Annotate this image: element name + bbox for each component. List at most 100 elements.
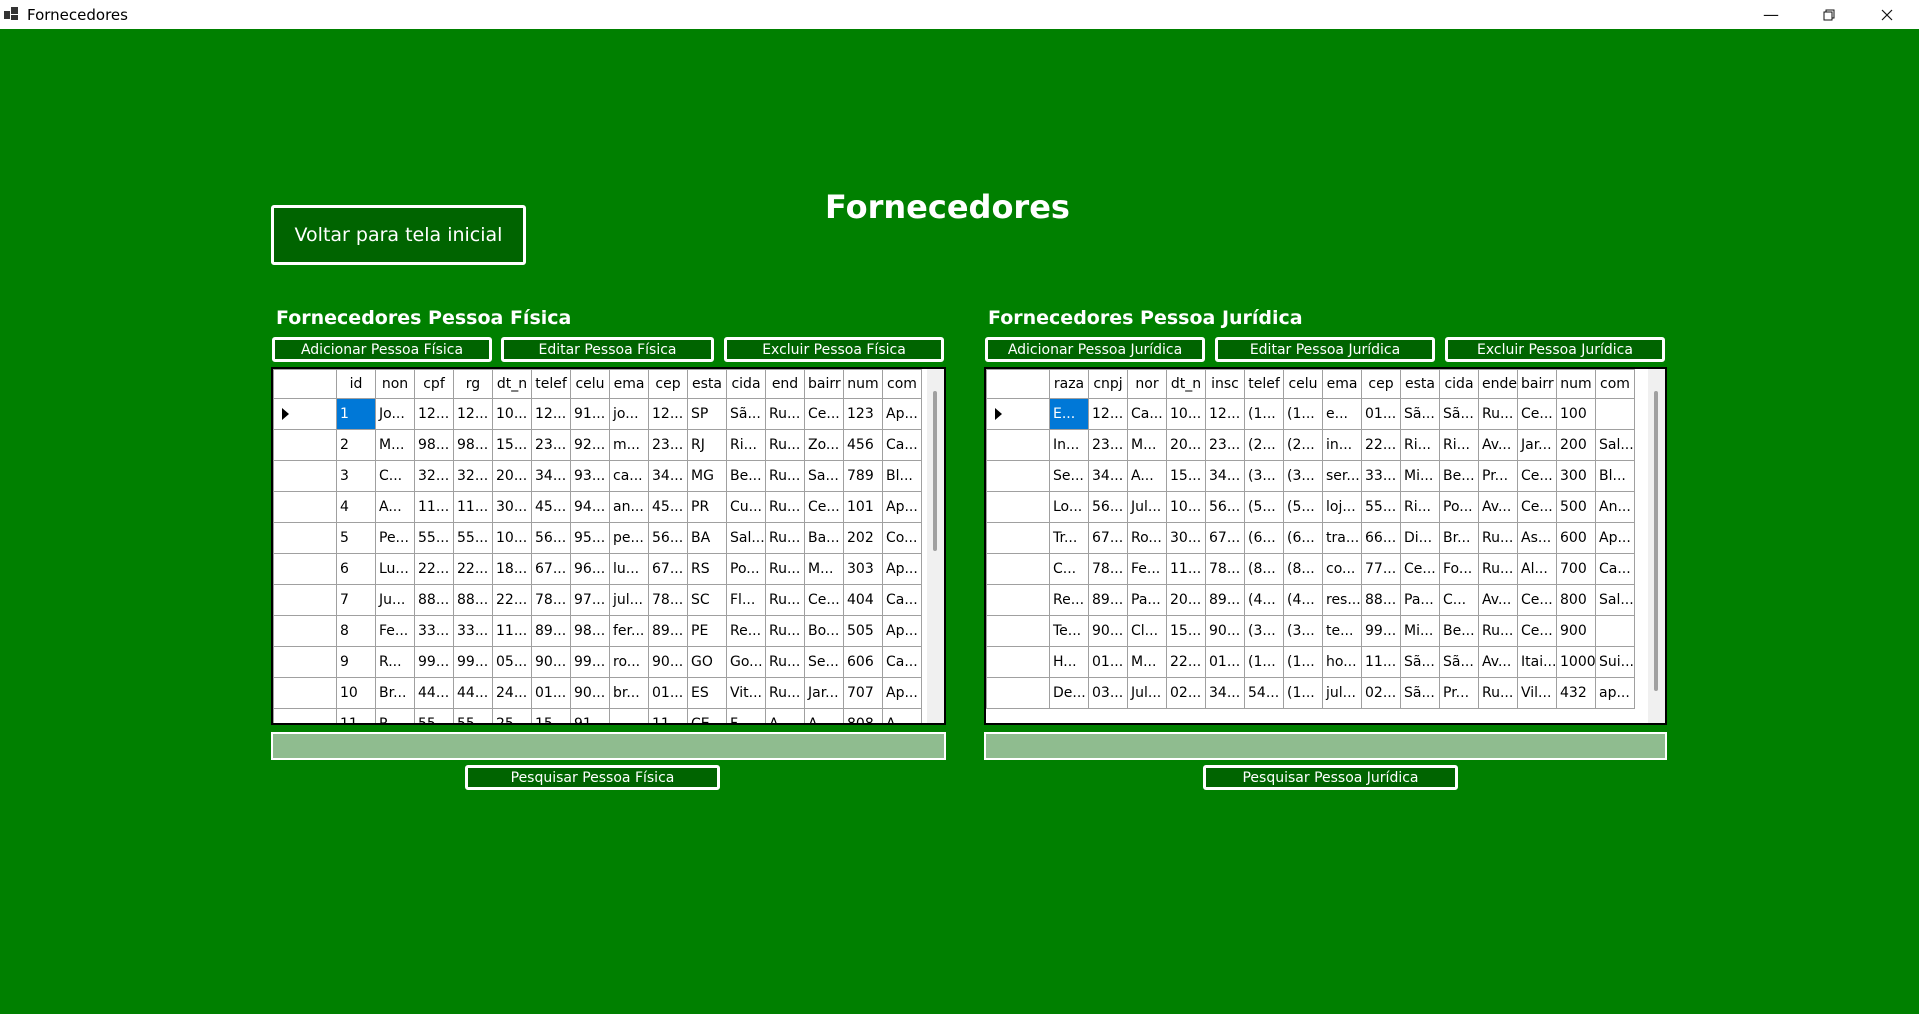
row-header[interactable] bbox=[273, 460, 337, 492]
column-header[interactable]: ema bbox=[1322, 369, 1362, 399]
table-cell[interactable]: Ru... bbox=[1478, 677, 1518, 709]
table-cell[interactable]: (2... bbox=[1283, 429, 1323, 461]
table-cell[interactable]: 55... bbox=[1361, 491, 1401, 523]
table-cell[interactable]: Sã... bbox=[1439, 398, 1479, 430]
table-cell[interactable]: 700 bbox=[1556, 553, 1596, 585]
edit-pj-button[interactable]: Editar Pessoa Jurídica bbox=[1215, 337, 1435, 362]
row-header[interactable] bbox=[273, 429, 337, 461]
table-cell[interactable]: 91... bbox=[570, 708, 610, 723]
back-to-home-button[interactable]: Voltar para tela inicial bbox=[271, 205, 526, 265]
column-header[interactable]: cpf bbox=[414, 369, 454, 399]
table-cell[interactable]: Po... bbox=[726, 553, 766, 585]
table-cell[interactable]: Sal... bbox=[1595, 584, 1635, 616]
table-cell[interactable]: 24... bbox=[492, 677, 532, 709]
column-header[interactable]: ende bbox=[1478, 369, 1518, 399]
table-cell[interactable]: C... bbox=[375, 460, 415, 492]
column-header[interactable]: esta bbox=[1400, 369, 1440, 399]
table-cell[interactable]: 789 bbox=[843, 460, 883, 492]
table-cell[interactable]: Pa... bbox=[1400, 584, 1440, 616]
table-cell[interactable]: 10... bbox=[492, 398, 532, 430]
table-cell[interactable]: Be... bbox=[1439, 460, 1479, 492]
column-header[interactable]: bairr bbox=[804, 369, 844, 399]
column-header[interactable]: insc bbox=[1205, 369, 1245, 399]
table-cell[interactable]: Ce... bbox=[1517, 460, 1557, 492]
column-header[interactable]: cida bbox=[726, 369, 766, 399]
table-cell[interactable]: 23... bbox=[531, 429, 571, 461]
table-cell[interactable]: 34... bbox=[531, 460, 571, 492]
table-cell[interactable]: 34... bbox=[1205, 460, 1245, 492]
table-cell[interactable]: Go... bbox=[726, 646, 766, 678]
table-cell[interactable]: Sã... bbox=[726, 398, 766, 430]
table-cell[interactable]: te... bbox=[1322, 615, 1362, 647]
table-cell[interactable]: 01... bbox=[1205, 646, 1245, 678]
table-cell[interactable]: An... bbox=[1595, 491, 1635, 523]
table-cell[interactable]: 66... bbox=[1361, 522, 1401, 554]
table-cell[interactable]: tra... bbox=[1322, 522, 1362, 554]
table-cell[interactable]: 100 bbox=[1556, 398, 1596, 430]
table-cell[interactable]: 8 bbox=[336, 615, 376, 647]
table-cell[interactable]: 200 bbox=[1556, 429, 1596, 461]
table-cell[interactable]: 34... bbox=[1088, 460, 1128, 492]
table-cell[interactable]: Ri... bbox=[1400, 491, 1440, 523]
table-row[interactable]: Te... 90... Cl... 15... 90... (3... (3... te...… bbox=[986, 615, 1635, 647]
table-cell[interactable]: Ru... bbox=[765, 615, 805, 647]
table-cell[interactable]: Jul... bbox=[1127, 677, 1167, 709]
table-cell[interactable]: 92... bbox=[570, 429, 610, 461]
table-cell[interactable]: 93... bbox=[570, 460, 610, 492]
table-cell[interactable]: Ap... bbox=[882, 553, 922, 585]
pj-scroll-thumb[interactable] bbox=[1654, 391, 1658, 691]
table-row[interactable]: E... 12... Ca... 10... 12... (1... (1... e... 01… bbox=[986, 398, 1635, 430]
table-cell[interactable]: Ce... bbox=[1400, 553, 1440, 585]
search-pf-button[interactable]: Pesquisar Pessoa Física bbox=[465, 765, 720, 790]
delete-pj-button[interactable]: Excluir Pessoa Jurídica bbox=[1445, 337, 1665, 362]
table-cell[interactable]: 67... bbox=[648, 553, 688, 585]
table-cell[interactable]: (3... bbox=[1283, 615, 1323, 647]
table-cell[interactable]: Ap... bbox=[882, 615, 922, 647]
table-cell[interactable]: 90... bbox=[1088, 615, 1128, 647]
table-cell[interactable]: Ru... bbox=[1478, 522, 1518, 554]
table-cell[interactable]: 30... bbox=[1166, 522, 1206, 554]
table-row[interactable]: 1 Jo... 12... 12... 10... 12... 91... jo... 12..… bbox=[273, 398, 922, 430]
table-cell[interactable]: 95... bbox=[570, 522, 610, 554]
table-cell[interactable]: Al... bbox=[1517, 553, 1557, 585]
row-header[interactable] bbox=[986, 553, 1050, 585]
table-cell[interactable]: 90... bbox=[1205, 615, 1245, 647]
table-cell[interactable]: 4 bbox=[336, 491, 376, 523]
table-cell[interactable]: Br... bbox=[1439, 522, 1479, 554]
table-cell[interactable]: 01... bbox=[648, 677, 688, 709]
table-cell[interactable]: (5... bbox=[1244, 491, 1284, 523]
table-cell[interactable]: 99... bbox=[414, 646, 454, 678]
row-header[interactable] bbox=[986, 491, 1050, 523]
table-cell[interactable]: 32... bbox=[453, 460, 493, 492]
table-cell[interactable]: 11... bbox=[1166, 553, 1206, 585]
table-cell[interactable]: Ru... bbox=[765, 646, 805, 678]
table-cell[interactable]: 9 bbox=[336, 646, 376, 678]
table-cell[interactable]: 12... bbox=[531, 398, 571, 430]
table-cell[interactable]: in... bbox=[1322, 429, 1362, 461]
table-cell[interactable]: pe... bbox=[609, 522, 649, 554]
table-cell[interactable]: ro... bbox=[609, 646, 649, 678]
table-cell[interactable]: 78... bbox=[1205, 553, 1245, 585]
column-header[interactable]: bairr bbox=[1517, 369, 1557, 399]
table-cell[interactable]: Te... bbox=[1049, 615, 1089, 647]
table-cell[interactable]: 7 bbox=[336, 584, 376, 616]
table-cell[interactable]: Ru... bbox=[1478, 615, 1518, 647]
table-cell[interactable]: Sã... bbox=[1400, 398, 1440, 430]
table-cell[interactable]: 56... bbox=[648, 522, 688, 554]
table-cell[interactable]: 6 bbox=[336, 553, 376, 585]
grid-corner-cell[interactable] bbox=[986, 369, 1050, 399]
table-cell[interactable]: Br... bbox=[375, 677, 415, 709]
pj-search-input[interactable] bbox=[984, 732, 1667, 760]
table-cell[interactable]: 98... bbox=[453, 429, 493, 461]
table-cell[interactable]: 32... bbox=[414, 460, 454, 492]
column-header[interactable]: ema bbox=[609, 369, 649, 399]
table-cell[interactable]: Ru... bbox=[1478, 553, 1518, 585]
table-cell[interactable]: res... bbox=[1322, 584, 1362, 616]
column-header[interactable]: cida bbox=[1439, 369, 1479, 399]
pj-data-grid[interactable]: raza cnpj nor dt_n insc telef celu ema cep esta ci… bbox=[984, 367, 1667, 725]
table-cell[interactable]: jo... bbox=[609, 398, 649, 430]
table-cell[interactable]: 01... bbox=[1361, 398, 1401, 430]
table-cell[interactable]: 15... bbox=[1166, 615, 1206, 647]
table-cell[interactable]: 90... bbox=[648, 646, 688, 678]
table-cell[interactable]: Pe... bbox=[375, 522, 415, 554]
